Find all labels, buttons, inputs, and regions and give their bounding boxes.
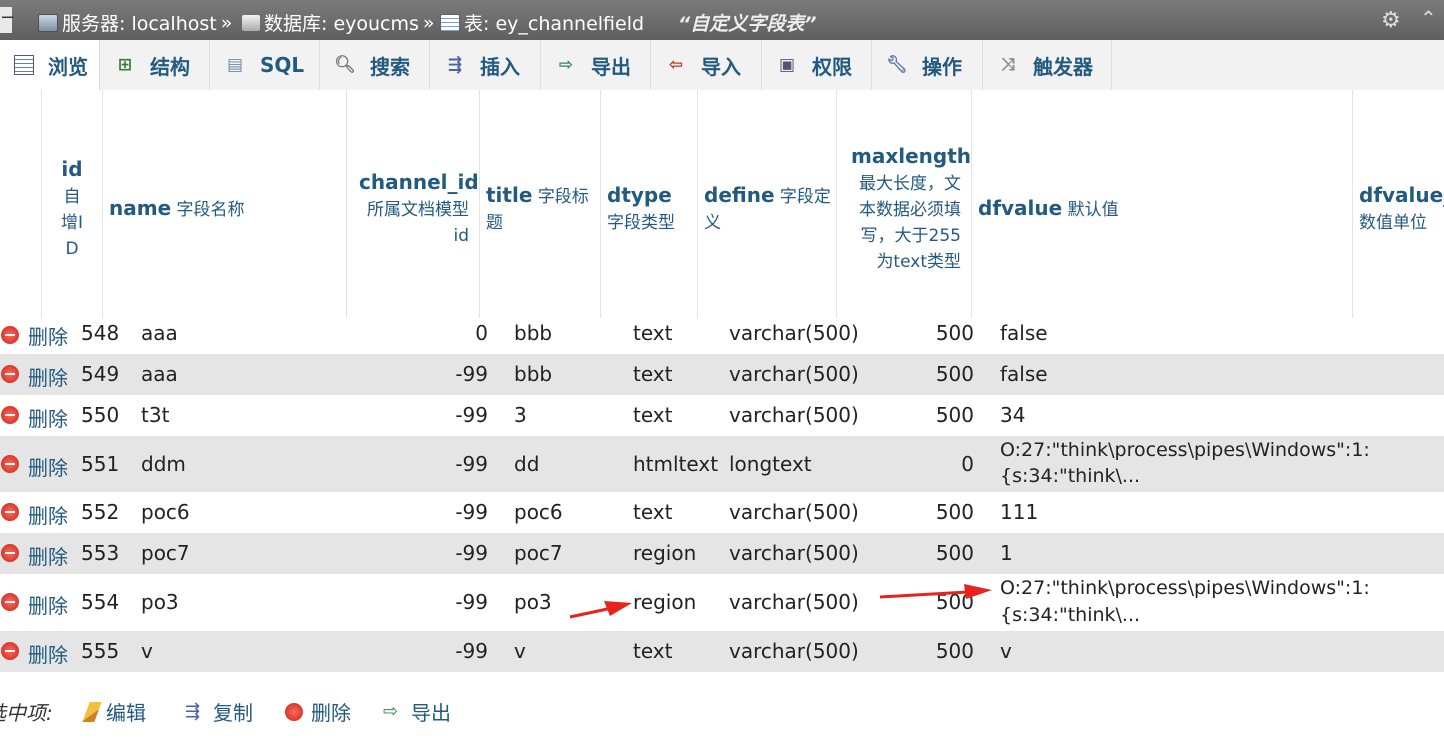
copy-button[interactable]: ⇶ 复制 [185, 697, 253, 726]
arrow-to-dfvalue [879, 584, 992, 599]
export-icon: ⇨ [383, 700, 399, 722]
delete-selected-button[interactable]: 删除 [285, 697, 351, 726]
edit-button[interactable]: 编辑 [82, 697, 146, 726]
pencil-icon [82, 701, 102, 722]
with-selected-bar: 选中项: 编辑 ⇶ 复制 删除 ⇨ 导出 [0, 690, 1444, 730]
export-selected-button[interactable]: ⇨ 导出 [383, 697, 451, 726]
arrow-to-region [569, 601, 632, 619]
delete-icon [285, 702, 303, 721]
copy-icon: ⇶ [185, 700, 201, 722]
annotation-arrows [569, 584, 992, 619]
with-selected-label: 选中项: [0, 701, 53, 725]
